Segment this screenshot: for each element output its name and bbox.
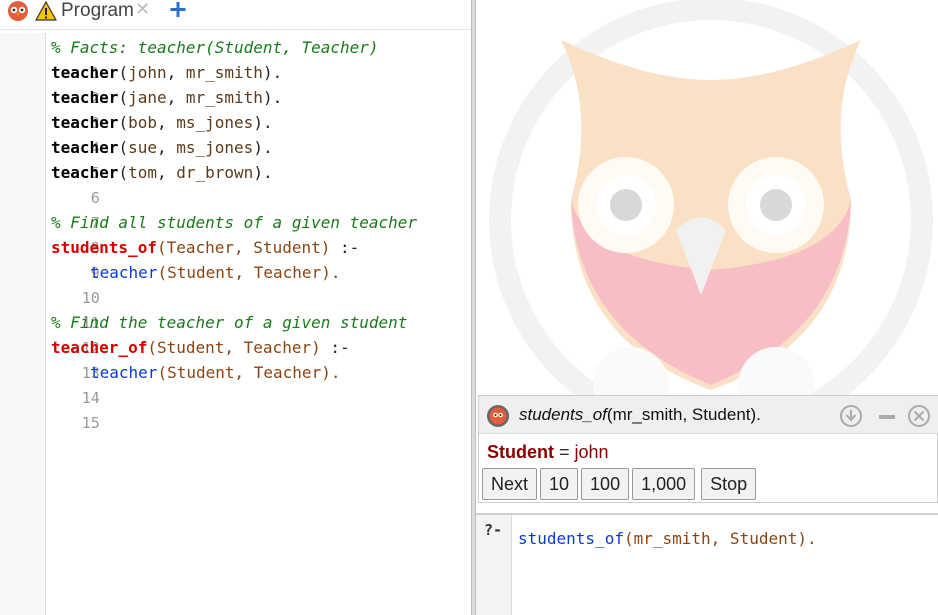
close-icon[interactable] bbox=[908, 405, 930, 427]
stop-button[interactable]: Stop bbox=[701, 468, 757, 500]
owl-background-icon bbox=[489, 0, 933, 400]
goal-args: (Student, Teacher). bbox=[157, 363, 341, 382]
binding-equals: = bbox=[554, 442, 575, 462]
next-100-button[interactable]: 100 bbox=[581, 468, 630, 500]
atom: dr_brown bbox=[176, 163, 254, 182]
answer-query-text: students_of(mr_smith, Student). bbox=[519, 405, 761, 425]
code-line: 5 teacher(sue, ms_jones). bbox=[0, 135, 471, 182]
rule-args: (Student, Teacher) bbox=[147, 338, 321, 357]
query-editor[interactable]: ?- students_of(mr_smith, Student). bbox=[476, 513, 938, 615]
atom: john bbox=[128, 63, 167, 82]
results-pane: students_of(mr_smith, Student). Student … bbox=[476, 0, 938, 615]
next-1000-button[interactable]: 1,000 bbox=[632, 468, 696, 500]
fact-predicate: teacher bbox=[51, 113, 119, 132]
goal-predicate: teacher bbox=[90, 363, 158, 382]
rule-args: (Teacher, Student) bbox=[156, 238, 331, 257]
atom: mr_smith bbox=[185, 88, 263, 107]
tab-program-label: Program bbox=[61, 0, 134, 21]
code-line: 13 teacher_of(Student, Teacher) :- bbox=[0, 335, 471, 382]
code-line: 12 % Find the teacher of a given student bbox=[0, 310, 471, 357]
query-predicate: students_of bbox=[518, 529, 624, 548]
tab-close-icon[interactable]: ✕ bbox=[135, 0, 150, 18]
code-line: 15 bbox=[0, 385, 471, 432]
goal-args: (Student, Teacher). bbox=[157, 263, 341, 282]
code-line: 10 teacher(Student, Teacher). bbox=[0, 260, 471, 307]
rule-neck: :- bbox=[320, 338, 350, 357]
code-line: 2 teacher(john, mr_smith). bbox=[0, 60, 471, 107]
answer-header: students_of(mr_smith, Student). bbox=[479, 396, 938, 434]
code-line: 8 % Find all students of a given teacher bbox=[0, 210, 471, 257]
query-prompt: ?- bbox=[484, 521, 503, 539]
rule-head: teacher_of bbox=[51, 338, 148, 357]
code-line: 4 teacher(bob, ms_jones). bbox=[0, 110, 471, 157]
code-line: 14 teacher(Student, Teacher). bbox=[0, 360, 471, 407]
query-input[interactable]: students_of(mr_smith, Student). bbox=[518, 529, 817, 548]
atom: bob bbox=[128, 113, 157, 132]
swish-owl-logo-icon[interactable] bbox=[4, 0, 32, 22]
binding-variable: Student bbox=[487, 442, 554, 462]
code-line: 3 teacher(jane, mr_smith). bbox=[0, 85, 471, 132]
line-number: 15 bbox=[81, 414, 100, 432]
answer-header-controls bbox=[840, 405, 930, 427]
code-editor[interactable]: 1 % Facts: teacher(Student, Teacher) 2 t… bbox=[0, 33, 471, 615]
download-icon[interactable] bbox=[840, 405, 862, 427]
query-answer-box: students_of(mr_smith, Student). Student … bbox=[478, 395, 938, 503]
next-button[interactable]: Next bbox=[482, 468, 538, 500]
atom: sue bbox=[128, 138, 157, 157]
atom: jane bbox=[128, 88, 167, 107]
answer-query-predicate: students_of bbox=[519, 405, 607, 424]
atom: ms_jones bbox=[176, 113, 254, 132]
program-editor-pane: Program ✕ 1 % Facts: teacher(Student, Te… bbox=[0, 0, 471, 615]
next-10-button[interactable]: 10 bbox=[540, 468, 579, 500]
code-line: 7 bbox=[0, 185, 471, 232]
answer-query-args: (mr_smith, Student). bbox=[606, 405, 761, 424]
code-comment: % Find all students of a given teacher bbox=[51, 213, 418, 232]
tab-program[interactable]: Program bbox=[34, 0, 134, 22]
code-line: 9 students_of(Teacher, Student) :- bbox=[0, 235, 471, 282]
answer-buttons: Next 10 100 1,000 Stop bbox=[482, 468, 759, 500]
code-comment: % Facts: teacher(Student, Teacher) bbox=[51, 38, 379, 57]
minimize-icon[interactable] bbox=[879, 415, 895, 419]
fact-predicate: teacher bbox=[51, 63, 119, 82]
add-tab-icon[interactable] bbox=[168, 0, 188, 21]
goal-predicate: teacher bbox=[90, 263, 158, 282]
code-comment: % Find the teacher of a given student bbox=[51, 313, 408, 332]
fact-predicate: teacher bbox=[51, 138, 119, 157]
code-line: 11 bbox=[0, 285, 471, 332]
warning-icon bbox=[34, 0, 58, 21]
binding-value: john bbox=[574, 442, 609, 462]
fact-predicate: teacher bbox=[51, 163, 119, 182]
atom: tom bbox=[128, 163, 157, 182]
code-line: 1 % Facts: teacher(Student, Teacher) bbox=[0, 35, 471, 82]
answer-binding: Student = john bbox=[487, 442, 609, 463]
atom: mr_smith bbox=[185, 63, 263, 82]
gear-icon[interactable] bbox=[485, 403, 511, 429]
atom: ms_jones bbox=[176, 138, 254, 157]
query-prompt-gutter: ?- bbox=[476, 515, 512, 615]
rule-head: students_of bbox=[51, 238, 157, 257]
query-args: (mr_smith, Student). bbox=[623, 529, 817, 548]
tab-bar: Program ✕ bbox=[0, 0, 471, 30]
fact-predicate: teacher bbox=[51, 88, 119, 107]
rule-neck: :- bbox=[330, 238, 360, 257]
code-line: 6 teacher(tom, dr_brown). bbox=[0, 160, 471, 207]
